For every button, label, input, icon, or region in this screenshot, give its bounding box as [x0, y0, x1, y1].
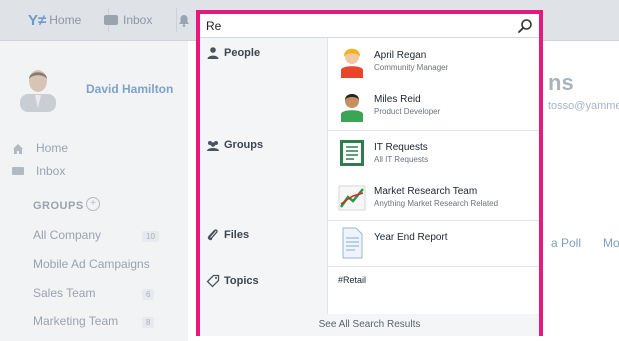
sidebar-group-mobile-ad-campaigns[interactable]: Mobile Ad Campaigns [33, 257, 150, 271]
result-title: April Regan [374, 50, 427, 61]
profile-name-link[interactable]: David Hamilton [86, 82, 173, 96]
paperclip-icon [207, 229, 218, 241]
result-title: Year End Report [374, 232, 448, 243]
groups-category-label: Groups [224, 139, 264, 151]
avatar-april-regan [341, 48, 363, 78]
search-input[interactable] [200, 14, 539, 38]
document-icon [342, 227, 363, 259]
result-subtitle: Product Developer [374, 107, 441, 116]
background-page-title: ns [548, 70, 574, 95]
bell-icon [179, 14, 189, 27]
home-nav-label: Home [49, 13, 82, 27]
group-icon [207, 141, 219, 151]
sidebar-item-inbox[interactable]: Inbox [36, 164, 65, 178]
group-count-badge: 8 [142, 317, 155, 328]
home-icon [12, 143, 24, 158]
files-category: Files [200, 220, 328, 266]
people-category: People [200, 38, 328, 130]
inbox-icon [12, 166, 24, 179]
topics-category-label: Topics [224, 275, 259, 287]
inbox-nav-link[interactable]: Inbox [96, 8, 177, 32]
background-email: tosso@yamme [548, 100, 619, 112]
people-category-label: People [224, 47, 261, 59]
yammer-logo: Y≠ [28, 11, 47, 29]
result-title: Miles Reid [374, 94, 421, 105]
result-april-regan[interactable]: April Regan Community Manager [338, 44, 528, 84]
sidebar-item-home[interactable]: Home [36, 141, 68, 155]
group-count-badge: 6 [142, 289, 155, 300]
add-group-button[interactable]: + [86, 197, 100, 211]
group-it-requests-thumbnail [340, 140, 364, 166]
result-subtitle: Anything Market Research Related [374, 199, 499, 208]
person-icon [207, 47, 219, 59]
result-year-end-report[interactable]: Year End Report [338, 226, 528, 266]
more-tab[interactable]: Mo [603, 236, 619, 250]
inbox-icon [104, 15, 118, 25]
result-market-research-team[interactable]: Market Research Team Anything Market Res… [338, 180, 528, 220]
result-subtitle: All IT Requests [374, 155, 429, 164]
search-dropdown: People April Regan Community Manager Mil… [196, 10, 543, 336]
result-it-requests[interactable]: IT Requests All IT Requests [338, 136, 528, 176]
profile-avatar[interactable] [16, 64, 60, 112]
files-section: Files Year End Report [200, 220, 539, 267]
person-avatar-icon [20, 70, 56, 112]
groups-category: Groups [200, 130, 328, 220]
poll-tab[interactable]: a Poll [551, 236, 581, 250]
sidebar-group-marketing-team[interactable]: Marketing Team [33, 314, 118, 328]
groups-heading: GROUPS [33, 200, 84, 212]
group-count-badge: 10 [142, 231, 159, 242]
result-title: Market Research Team [374, 186, 478, 197]
tag-icon [206, 274, 220, 288]
topic-retail[interactable]: #Retail [338, 275, 366, 285]
see-all-results-link[interactable]: See All Search Results [200, 314, 539, 336]
sidebar-group-sales-team[interactable]: Sales Team [33, 286, 95, 300]
people-section: People April Regan Community Manager Mil… [200, 38, 539, 131]
group-market-research-thumbnail [338, 185, 366, 211]
topics-section: Topics #Retail [200, 266, 539, 315]
files-category-label: Files [224, 229, 250, 241]
inbox-nav-label: Inbox [123, 13, 153, 27]
sidebar-group-all-company[interactable]: All Company [33, 228, 101, 242]
search-button[interactable] [517, 18, 533, 34]
search-icon [518, 19, 532, 33]
result-subtitle: Community Manager [374, 63, 449, 72]
avatar-miles-reid [341, 94, 363, 122]
result-title: IT Requests [374, 142, 428, 153]
result-miles-reid[interactable]: Miles Reid Product Developer [338, 88, 528, 128]
topics-category: Topics [200, 266, 328, 314]
groups-section: Groups IT Requests All IT Requests Marke… [200, 130, 539, 221]
